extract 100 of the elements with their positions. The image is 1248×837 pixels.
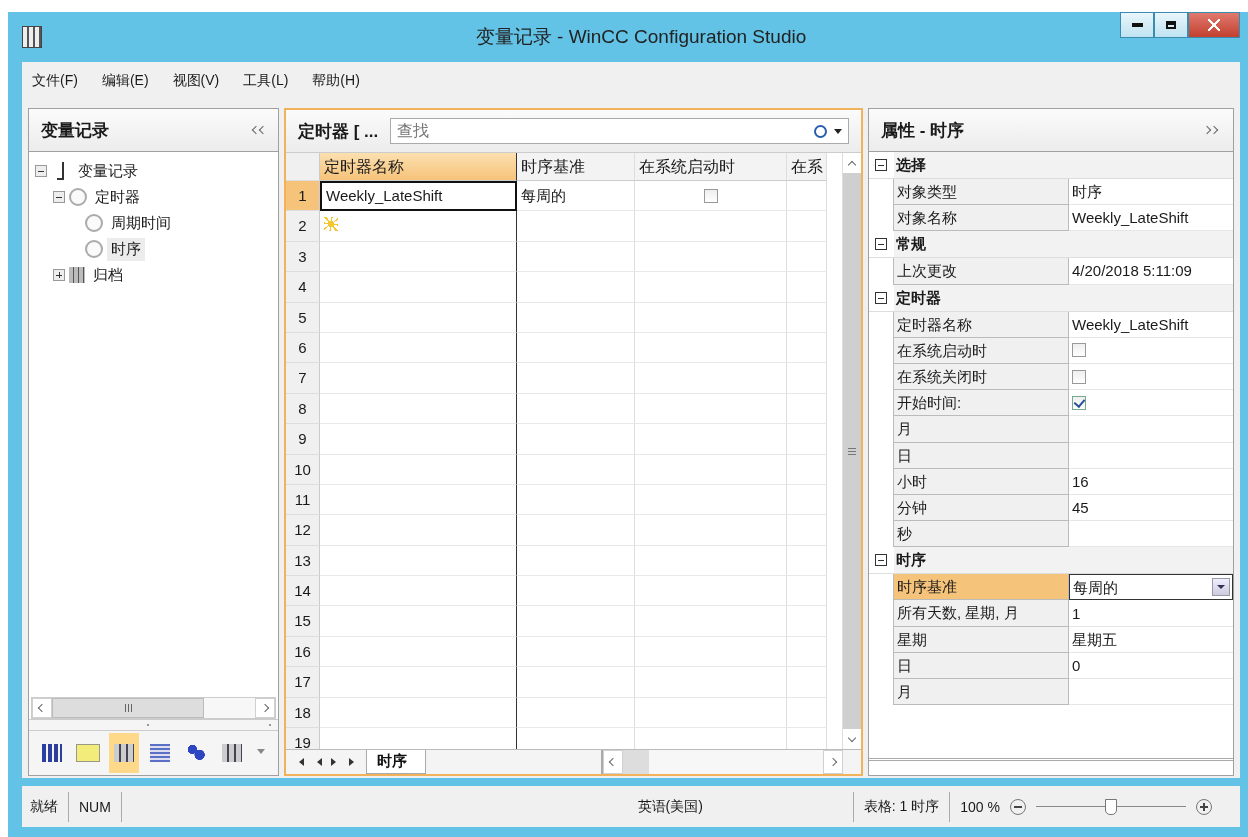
property-label[interactable]: 分钟 <box>893 494 1069 522</box>
table-cell[interactable] <box>320 302 517 333</box>
expand-toggle[interactable] <box>53 269 65 281</box>
sheet-tab[interactable]: 时序 <box>366 750 426 774</box>
property-value[interactable]: 0 <box>1069 652 1233 679</box>
column-header[interactable]: 时序基准 <box>517 153 635 181</box>
scroll-left-button[interactable] <box>32 698 52 718</box>
property-value[interactable]: 45 <box>1069 494 1233 522</box>
tree-item[interactable]: 变量记录 <box>74 159 142 183</box>
property-label[interactable]: 在系统启动时 <box>893 337 1069 364</box>
menu-item[interactable]: 帮助(H) <box>312 72 360 90</box>
property-label[interactable]: 对象类型 <box>893 179 1069 206</box>
tree-item[interactable]: 归档 <box>89 263 127 287</box>
row-number[interactable]: 19 <box>286 728 320 749</box>
collapse-toggle[interactable] <box>875 291 887 304</box>
table-cell[interactable] <box>320 606 517 637</box>
scroll-thumb[interactable] <box>623 750 649 774</box>
scroll-right-button[interactable] <box>823 750 843 774</box>
menu-item[interactable]: 视图(V) <box>172 72 220 90</box>
property-label[interactable]: 月 <box>893 416 1069 443</box>
column-header[interactable]: 在系 <box>787 153 827 181</box>
row-number[interactable]: 9 <box>286 424 320 455</box>
close-button[interactable] <box>1188 12 1240 38</box>
scroll-thumb[interactable] <box>52 698 204 718</box>
horizontal-scrollbar[interactable] <box>31 697 276 719</box>
table-cell[interactable]: 每周的 <box>517 181 635 212</box>
menu-item[interactable]: 工具(L) <box>243 72 289 90</box>
property-label[interactable]: 定时器名称 <box>893 311 1069 338</box>
dropdown-field[interactable]: 每周的 <box>1069 574 1233 601</box>
table-cell[interactable] <box>320 484 517 516</box>
row-number[interactable]: 17 <box>286 667 320 698</box>
table-cell[interactable] <box>320 576 517 607</box>
horizontal-scrollbar[interactable] <box>601 750 843 774</box>
row-number[interactable]: 14 <box>286 576 320 607</box>
search-field[interactable]: 查找 <box>390 118 849 144</box>
menu-item[interactable]: 文件(F) <box>32 72 78 90</box>
table-cell[interactable] <box>320 332 517 364</box>
splitter-grip[interactable] <box>29 719 278 730</box>
scroll-left-button[interactable] <box>603 750 623 774</box>
table-cell[interactable] <box>320 545 517 577</box>
property-label[interactable]: 秒 <box>893 521 1069 548</box>
row-number[interactable]: 7 <box>286 363 320 394</box>
binders-icon[interactable] <box>109 733 139 773</box>
table-cell[interactable] <box>320 272 517 303</box>
checkbox[interactable] <box>703 188 718 203</box>
property-label[interactable]: 开始时间: <box>893 390 1069 417</box>
collapse-toggle[interactable] <box>875 554 887 567</box>
property-label[interactable]: 在系统关闭时 <box>893 363 1069 391</box>
row-number[interactable]: 16 <box>286 636 320 668</box>
property-label[interactable]: 所有天数, 星期, 月 <box>893 600 1069 627</box>
row-number[interactable]: 18 <box>286 697 320 729</box>
row-number[interactable]: 10 <box>286 454 320 485</box>
slider-thumb[interactable] <box>1105 798 1117 815</box>
property-label[interactable]: 月 <box>893 679 1069 706</box>
row-number[interactable]: 11 <box>286 484 320 516</box>
property-label[interactable]: 日 <box>893 442 1069 469</box>
checkbox[interactable] <box>1072 343 1086 358</box>
collapse-toggle[interactable] <box>875 238 887 251</box>
tree-item[interactable]: 时序 <box>107 237 145 261</box>
menu-item[interactable]: 编辑(E) <box>101 72 149 90</box>
row-number[interactable]: 6 <box>286 332 320 364</box>
property-label[interactable]: 小时 <box>893 468 1069 495</box>
collapse-toggle[interactable] <box>35 165 47 177</box>
property-value[interactable]: Weekly_LateShift <box>1069 311 1233 338</box>
column-header[interactable]: 定时器名称 <box>320 153 517 181</box>
property-value[interactable]: 16 <box>1069 468 1233 495</box>
row-number[interactable]: 1 <box>286 181 320 212</box>
property-label[interactable]: 上次更改 <box>893 258 1069 285</box>
table-cell[interactable] <box>320 363 517 394</box>
tree-item[interactable]: 定时器 <box>91 185 144 209</box>
table-cell[interactable] <box>320 636 517 668</box>
row-number[interactable]: 2 <box>286 211 320 242</box>
property-label[interactable]: 对象名称 <box>893 205 1069 232</box>
row-number[interactable]: 12 <box>286 515 320 546</box>
property-value[interactable]: 时序 <box>1069 179 1233 206</box>
row-number[interactable]: 15 <box>286 606 320 637</box>
table-cell[interactable] <box>320 241 517 273</box>
row-number[interactable]: 13 <box>286 545 320 577</box>
property-label[interactable]: 时序基准 <box>893 574 1069 601</box>
table-cell[interactable] <box>320 211 517 242</box>
row-number[interactable]: 8 <box>286 393 320 425</box>
search-icon[interactable] <box>814 125 827 138</box>
table-cell[interactable] <box>320 515 517 546</box>
minimize-button[interactable] <box>1120 12 1154 38</box>
property-label[interactable]: 日 <box>893 652 1069 679</box>
checkbox[interactable] <box>1072 369 1086 384</box>
table-cell[interactable] <box>320 697 517 729</box>
collapse-toggle[interactable] <box>875 159 887 171</box>
table-cell[interactable] <box>320 393 517 425</box>
tree-item[interactable]: 周期时间 <box>107 211 175 235</box>
row-number[interactable]: 4 <box>286 272 320 303</box>
checkbox[interactable] <box>1072 395 1086 410</box>
row-number[interactable]: 3 <box>286 241 320 273</box>
property-value[interactable]: 星期五 <box>1069 626 1233 653</box>
table-cell[interactable] <box>320 454 517 485</box>
table-cell[interactable] <box>320 667 517 698</box>
maximize-button[interactable] <box>1154 12 1188 38</box>
scroll-down-button[interactable] <box>843 729 861 749</box>
property-label[interactable]: 星期 <box>893 626 1069 653</box>
table-cell[interactable] <box>320 424 517 455</box>
